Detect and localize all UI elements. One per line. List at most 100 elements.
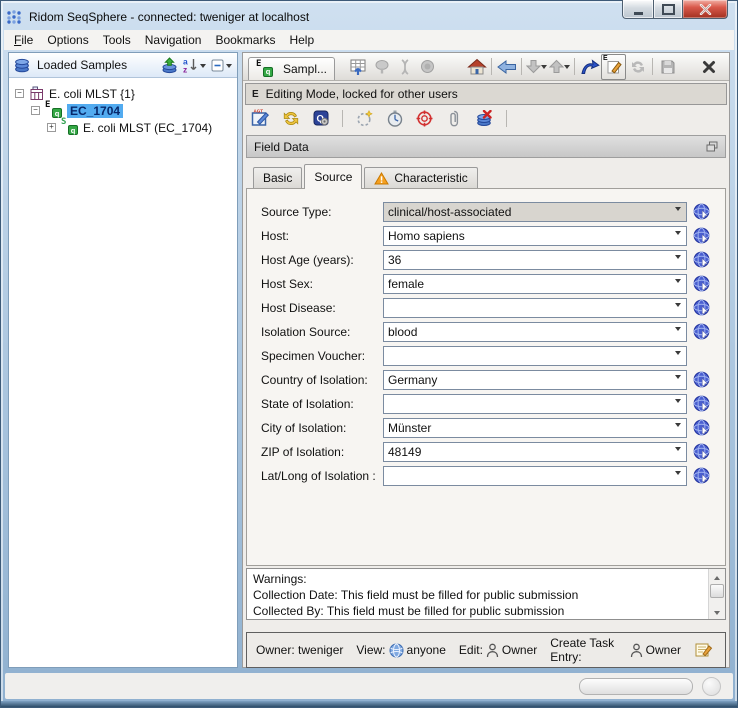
- field-combobox[interactable]: Homo sapiens: [383, 226, 687, 246]
- combobox-dropdown-arrow[interactable]: [670, 203, 686, 221]
- back-arrow-icon[interactable]: [495, 55, 518, 79]
- source-tab-panel: Source Type:clinical/host-associated Host…: [246, 188, 726, 566]
- load-samples-button[interactable]: [161, 57, 178, 74]
- new-task-circle-icon[interactable]: [353, 106, 376, 130]
- field-label: ZIP of Isolation:: [261, 445, 383, 459]
- refresh-icon-disabled[interactable]: [626, 55, 649, 79]
- tree-node[interactable]: −E. coli MLST {1}: [9, 85, 237, 102]
- target-icon[interactable]: [413, 106, 436, 130]
- scroll-down-icon[interactable]: [709, 605, 725, 619]
- menu-item-options[interactable]: Options: [40, 30, 95, 50]
- task-note-icon[interactable]: [695, 642, 713, 658]
- tab-characteristic[interactable]: Characteristic: [364, 167, 477, 188]
- menu-item-bookmarks[interactable]: Bookmarks: [208, 30, 282, 50]
- table-import-icon[interactable]: [347, 55, 370, 79]
- combobox-dropdown-arrow[interactable]: [670, 299, 686, 317]
- collapse-icon[interactable]: −: [31, 106, 40, 115]
- web-lookup-icon[interactable]: [693, 443, 711, 460]
- close-button[interactable]: [682, 0, 728, 19]
- tree-node[interactable]: −EqEC_1704: [9, 102, 237, 119]
- minimize-button[interactable]: [622, 0, 654, 19]
- web-lookup-icon[interactable]: [693, 227, 711, 244]
- attachment-icon[interactable]: [443, 106, 466, 130]
- field-combobox[interactable]: blood: [383, 322, 687, 342]
- combobox-dropdown-arrow[interactable]: [670, 419, 686, 437]
- field-combobox[interactable]: [383, 298, 687, 318]
- tab-source[interactable]: Source: [304, 164, 362, 188]
- expand-icon[interactable]: +: [47, 123, 56, 132]
- collapse-dropdown-caret[interactable]: [226, 64, 232, 71]
- menu-item-tools[interactable]: Tools: [96, 30, 138, 50]
- collapse-icon[interactable]: −: [15, 89, 24, 98]
- timer-icon[interactable]: [383, 106, 406, 130]
- sample-view-tab[interactable]: Eq Sampl...: [248, 57, 335, 80]
- combobox-dropdown-arrow[interactable]: [670, 323, 686, 341]
- combobox-dropdown-arrow[interactable]: [670, 275, 686, 293]
- field-label: Host Disease:: [261, 301, 383, 315]
- combobox-dropdown-arrow[interactable]: [670, 251, 686, 269]
- web-lookup-icon[interactable]: [693, 299, 711, 316]
- collapse-all-button[interactable]: [211, 59, 232, 72]
- restore-icon[interactable]: [706, 141, 718, 152]
- web-lookup-icon[interactable]: [693, 371, 711, 388]
- go-swoosh-icon[interactable]: [578, 55, 601, 79]
- field-row: Specimen Voucher:: [261, 346, 725, 365]
- maximize-button[interactable]: [654, 0, 682, 19]
- field-combobox[interactable]: [383, 394, 687, 414]
- dna-view-icon-disabled[interactable]: [393, 55, 416, 79]
- field-combobox[interactable]: female: [383, 274, 687, 294]
- field-label: Source Type:: [261, 205, 383, 219]
- menu-item-help[interactable]: Help: [282, 30, 321, 50]
- scrollbar-thumb[interactable]: [710, 584, 724, 598]
- combobox-dropdown-arrow[interactable]: [670, 467, 686, 485]
- down-arrow-icon-disabled[interactable]: [525, 55, 548, 79]
- menu-item-navigation[interactable]: Navigation: [138, 30, 209, 50]
- edit-mode-button-selected[interactable]: E: [601, 54, 626, 80]
- combobox-dropdown-arrow[interactable]: [670, 443, 686, 461]
- home-icon[interactable]: [465, 55, 488, 79]
- warning-lines: Warnings:Collection Date: This field mus…: [253, 571, 703, 619]
- editing-mode-text: Editing Mode, locked for other users: [266, 87, 458, 101]
- field-combobox[interactable]: [383, 466, 687, 486]
- close-view-icon[interactable]: [697, 55, 720, 79]
- view-tab-label: Sampl...: [283, 62, 327, 76]
- combobox-dropdown-arrow[interactable]: [670, 395, 686, 413]
- loaded-samples-header: Loaded Samples az: [9, 53, 237, 78]
- sort-az-button[interactable]: az: [183, 57, 206, 73]
- web-lookup-icon[interactable]: [693, 419, 711, 436]
- export-agt-icon[interactable]: AGT: [249, 106, 272, 130]
- query-settings-icon[interactable]: Q: [309, 106, 332, 130]
- field-combobox[interactable]: clinical/host-associated: [383, 202, 687, 222]
- field-combobox[interactable]: 36: [383, 250, 687, 270]
- field-combobox[interactable]: Münster: [383, 418, 687, 438]
- web-lookup-icon[interactable]: [693, 395, 711, 412]
- circle-view-icon-disabled[interactable]: [416, 55, 439, 79]
- web-lookup-icon[interactable]: [693, 275, 711, 292]
- sort-dropdown-caret[interactable]: [200, 64, 206, 71]
- combobox-dropdown-arrow[interactable]: [670, 347, 686, 365]
- menu-item-file[interactable]: File: [7, 30, 40, 50]
- tree-view-icon-disabled[interactable]: [370, 55, 393, 79]
- warnings-scrollbar[interactable]: [708, 569, 725, 619]
- tab-basic[interactable]: Basic: [253, 167, 302, 188]
- tree-node[interactable]: +SqE. coli MLST (EC_1704): [9, 119, 237, 136]
- web-lookup-icon[interactable]: [693, 323, 711, 340]
- web-lookup-icon[interactable]: [693, 251, 711, 268]
- field-combobox[interactable]: 48149: [383, 442, 687, 462]
- web-lookup-icon[interactable]: [693, 467, 711, 484]
- web-lookup-icon[interactable]: [693, 203, 711, 220]
- combobox-dropdown-arrow[interactable]: [670, 371, 686, 389]
- field-combobox[interactable]: [383, 346, 687, 366]
- minimize-icon: [634, 12, 643, 15]
- up-arrow-icon-disabled[interactable]: [548, 55, 571, 79]
- combobox-dropdown-arrow[interactable]: [670, 227, 686, 245]
- scroll-up-icon[interactable]: [709, 569, 725, 583]
- down-arrow-caret[interactable]: [541, 65, 547, 72]
- delete-database-icon[interactable]: [473, 106, 496, 130]
- status-indicator-circle: [702, 677, 721, 696]
- field-combobox[interactable]: Germany: [383, 370, 687, 390]
- save-icon-disabled[interactable]: [656, 55, 679, 79]
- menu-bar: FileOptionsToolsNavigationBookmarksHelp: [4, 30, 734, 50]
- sync-database-icon[interactable]: [279, 106, 302, 130]
- up-arrow-caret[interactable]: [564, 65, 570, 72]
